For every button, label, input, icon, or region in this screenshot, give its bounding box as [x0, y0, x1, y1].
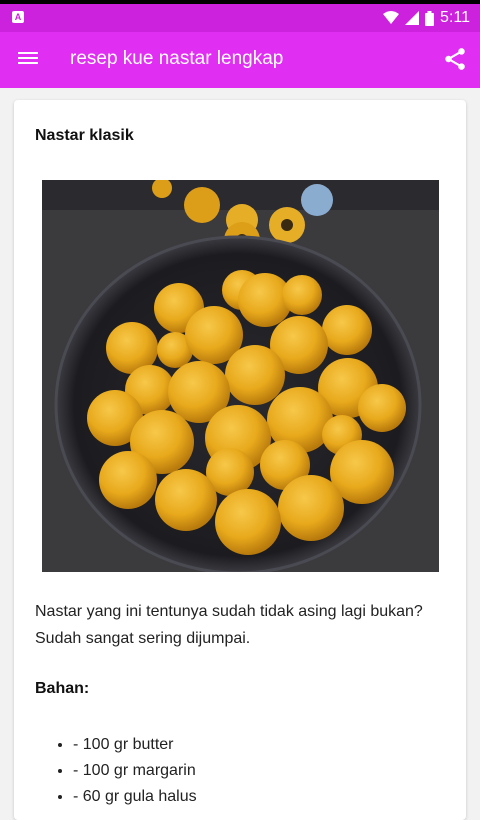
android-notification-icon: A: [12, 11, 24, 23]
app-bar: resep kue nastar lengkap: [0, 32, 480, 88]
nastar-cookies-photo: [42, 180, 439, 572]
recipe-description: Nastar yang ini tentunya sudah tidak asi…: [35, 603, 423, 647]
wifi-icon: [383, 11, 400, 24]
app-title: resep kue nastar lengkap: [70, 48, 284, 69]
hamburger-menu-icon[interactable]: [18, 49, 38, 69]
recipe-card: Nastar klasik Nastar yang ini tentunya s…: [14, 100, 466, 820]
ingredients-list: - 100 gr butter - 100 gr margarin - 60 g…: [35, 732, 197, 810]
recipe-title: Nastar klasik: [35, 127, 134, 144]
status-time: 5:11: [440, 9, 470, 26]
status-right: 5:11: [383, 9, 470, 27]
ingredients-heading: Bahan:: [35, 680, 90, 697]
list-item: - 100 gr margarin: [73, 758, 197, 784]
signal-icon: [405, 11, 420, 25]
battery-icon: [425, 10, 435, 26]
list-item: - 100 gr butter: [73, 732, 197, 758]
share-icon[interactable]: [442, 46, 468, 72]
status-bar: A 5:11: [0, 0, 480, 32]
list-item: - 60 gr gula halus: [73, 784, 197, 810]
